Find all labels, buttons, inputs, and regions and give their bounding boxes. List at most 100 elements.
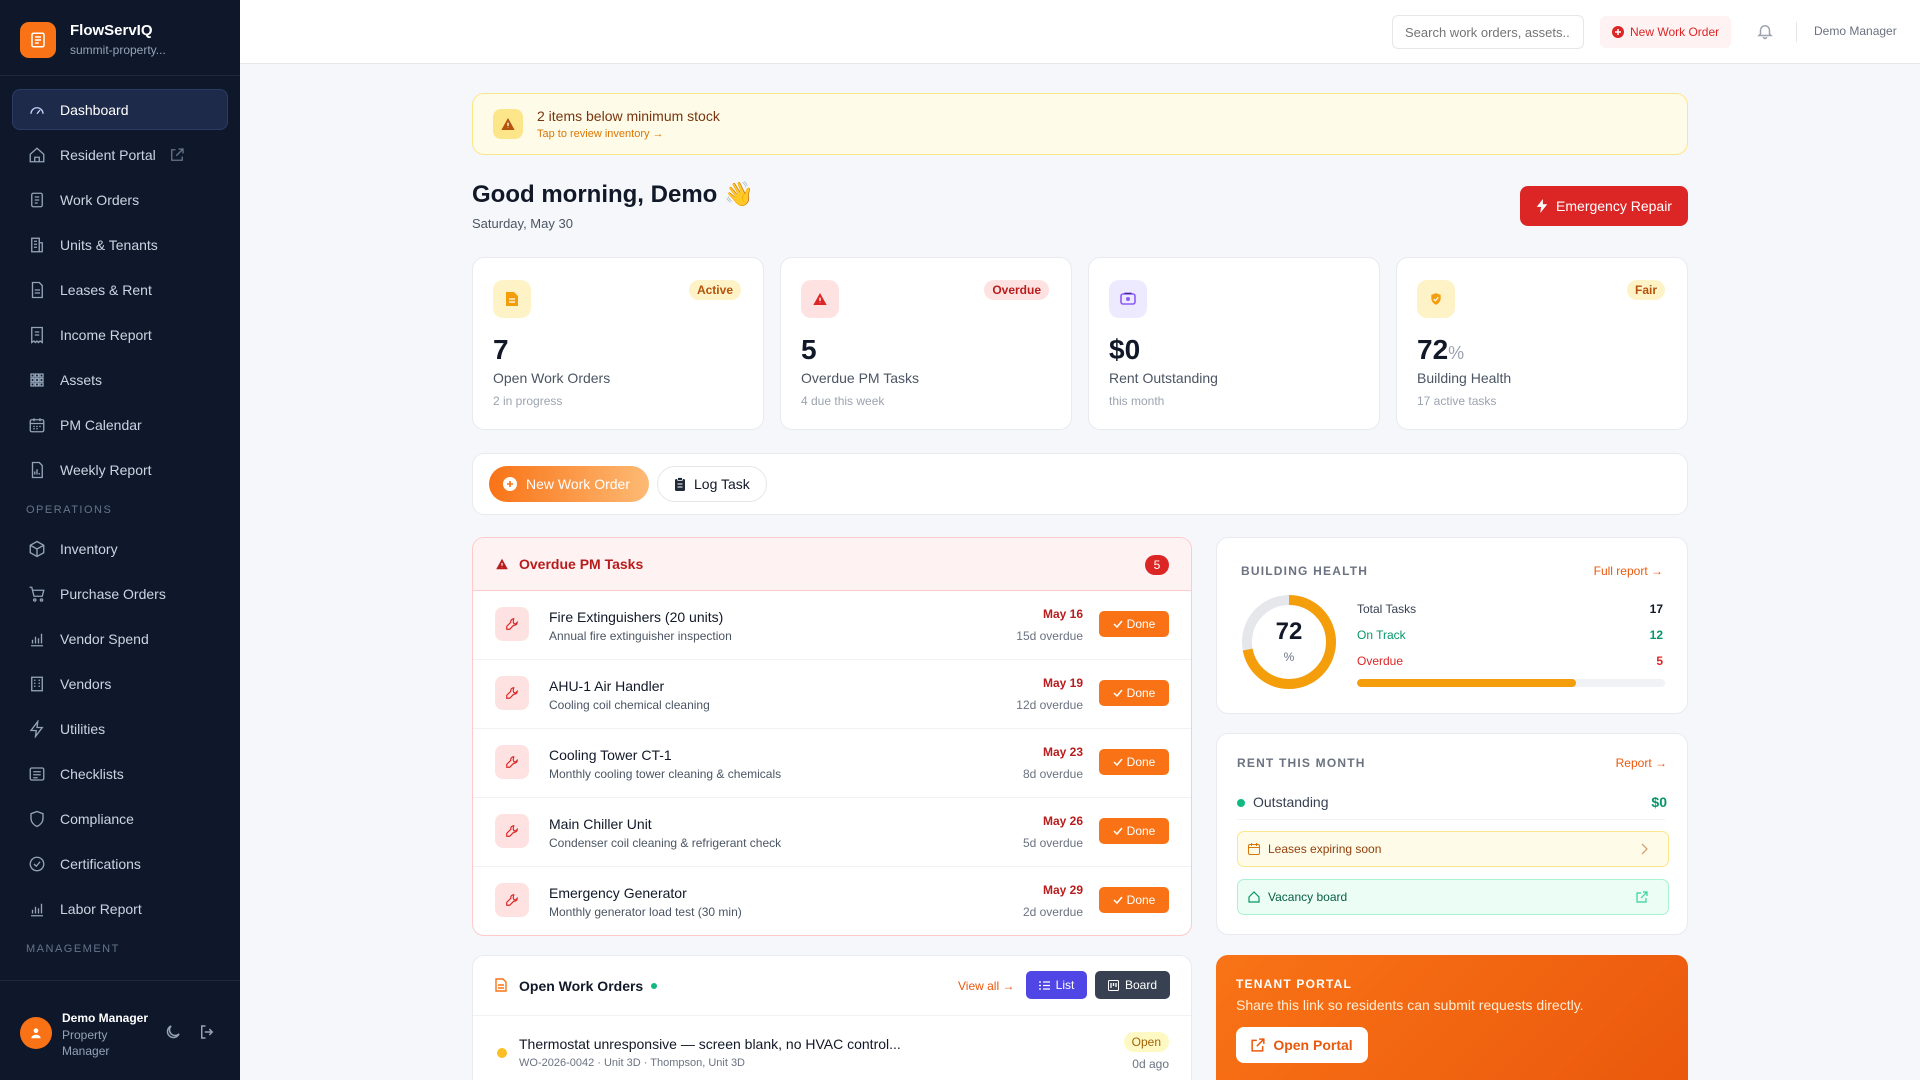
avatar[interactable] xyxy=(20,1017,52,1049)
building-health-title: BUILDING HEALTH xyxy=(1241,564,1369,578)
divider xyxy=(1237,819,1665,820)
plus-circle-icon xyxy=(1612,26,1624,38)
sidebar-item-vendor-spend[interactable]: Vendor Spend xyxy=(12,618,228,659)
sidebar-item-labor-report[interactable]: Labor Report xyxy=(12,888,228,929)
task-description: Cooling coil chemical cleaning xyxy=(549,698,710,712)
done-button[interactable]: Done xyxy=(1099,818,1169,844)
sidebar-item-compliance[interactable]: Compliance xyxy=(12,798,228,839)
sidebar-item-resident-portal[interactable]: Resident Portal xyxy=(12,134,228,175)
sidebar-item-label: Vendors xyxy=(60,675,112,692)
list-view-button[interactable]: List xyxy=(1026,971,1087,999)
check-icon xyxy=(1113,896,1123,904)
leases-expiring-link[interactable]: Leases expiring soon xyxy=(1237,831,1669,867)
overdue-task-row[interactable]: Cooling Tower CT-1 Monthly cooling tower … xyxy=(473,729,1191,798)
overdue-task-row[interactable]: Fire Extinguishers (20 units) Annual fire… xyxy=(473,591,1191,660)
emergency-repair-button[interactable]: Emergency Repair xyxy=(1520,186,1688,226)
done-button[interactable]: Done xyxy=(1099,611,1169,637)
rent-report-link[interactable]: Report → xyxy=(1616,756,1667,770)
quick-new-work-order-button[interactable]: New Work Order xyxy=(489,466,649,502)
sidebar-item-income-report[interactable]: Income Report xyxy=(12,314,228,355)
receipt-icon xyxy=(28,326,46,344)
shield-icon xyxy=(1417,280,1455,318)
stat-sub: this month xyxy=(1109,394,1165,408)
done-button[interactable]: Done xyxy=(1099,680,1169,706)
greeting: Good morning, Demo 👋 xyxy=(472,181,754,208)
task-overdue-days: 8d overdue xyxy=(1022,767,1083,781)
sidebar-item-purchase-orders[interactable]: Purchase Orders xyxy=(12,573,228,614)
sidebar-item-leases-rent[interactable]: Leases & Rent xyxy=(12,269,228,310)
logout-icon[interactable] xyxy=(198,1023,218,1043)
open-portal-button[interactable]: Open Portal xyxy=(1236,1027,1368,1063)
sidebar-item-label: Leases & Rent xyxy=(60,281,152,298)
task-name: Fire Extinguishers (20 units) xyxy=(549,609,724,625)
overdue-task-row[interactable]: AHU-1 Air Handler Cooling coil chemical c… xyxy=(473,660,1191,729)
brand[interactable]: FlowServIQ summit-property... xyxy=(20,22,166,58)
status-badge: Active xyxy=(688,280,741,300)
board-icon xyxy=(1107,979,1119,991)
grid-icon xyxy=(28,371,46,389)
sidebar-item-label: Work Orders xyxy=(60,191,140,208)
bar-chart-icon xyxy=(28,630,46,648)
sidebar-item-dashboard[interactable]: Dashboard xyxy=(12,89,228,130)
board-view-button[interactable]: Board xyxy=(1095,971,1170,999)
sidebar-item-label: Certifications xyxy=(60,855,141,872)
log-task-button[interactable]: Log Task xyxy=(657,466,767,502)
alert-link[interactable]: Tap to review inventory → xyxy=(537,128,664,140)
on-track-value: 12 xyxy=(1649,628,1663,642)
plus-circle-icon xyxy=(503,477,517,491)
search-input[interactable] xyxy=(1392,15,1584,49)
sidebar-item-inventory[interactable]: Inventory xyxy=(12,528,228,569)
sidebar-item-weekly-report[interactable]: Weekly Report xyxy=(12,449,228,490)
view-all-link[interactable]: View all → xyxy=(958,979,1014,993)
task-name: Cooling Tower CT-1 xyxy=(549,747,672,763)
sidebar-item-checklists[interactable]: Checklists xyxy=(12,753,228,794)
new-work-order-button[interactable]: New Work Order xyxy=(1600,16,1732,48)
topbar-user[interactable]: Demo Manager xyxy=(1814,24,1897,38)
task-description: Monthly cooling tower cleaning & chemica… xyxy=(549,767,782,781)
wrench-icon xyxy=(495,745,529,779)
box-icon xyxy=(28,540,46,558)
sidebar-item-pm-calendar[interactable]: PM Calendar xyxy=(12,404,228,445)
overdue-task-row[interactable]: Emergency Generator Monthly generator loa… xyxy=(473,867,1191,936)
gauge-icon xyxy=(28,101,46,119)
bell-icon[interactable] xyxy=(1756,21,1774,41)
leases-expiring-label: Leases expiring soon xyxy=(1268,842,1382,856)
stat-value: 5 xyxy=(801,334,817,365)
sidebar: FlowServIQ summit-property... Dashboard R… xyxy=(0,0,240,1080)
done-button[interactable]: Done xyxy=(1099,749,1169,775)
full-report-link[interactable]: Full report → xyxy=(1594,564,1663,578)
sidebar-item-units-tenants[interactable]: Units & Tenants xyxy=(12,224,228,265)
stat-card[interactable]: Active 7 Open Work Orders 2 in progress xyxy=(472,257,764,430)
vacancy-board-link[interactable]: Vacancy board xyxy=(1237,879,1669,915)
sidebar-item-vendors[interactable]: Vendors xyxy=(12,663,228,704)
shield-icon xyxy=(28,810,46,828)
sidebar-item-utilities[interactable]: Utilities xyxy=(12,708,228,749)
stat-card[interactable]: $0 Rent Outstanding this month xyxy=(1088,257,1380,430)
outstanding-label: Outstanding xyxy=(1253,794,1329,810)
home-icon xyxy=(1248,891,1260,903)
task-due-date: May 26 xyxy=(1042,814,1083,828)
external-link-icon[interactable] xyxy=(168,146,186,164)
work-order-title: Thermostat unresponsive — screen blank, … xyxy=(519,1036,901,1052)
task-due-date: May 19 xyxy=(1042,676,1083,690)
sidebar-item-work-orders[interactable]: Work Orders xyxy=(12,179,228,220)
calendar-icon xyxy=(28,416,46,434)
document-icon xyxy=(28,281,46,299)
check-icon xyxy=(1113,620,1123,628)
sidebar-item-certifications[interactable]: Certifications xyxy=(12,843,228,884)
cash-icon xyxy=(1109,280,1147,318)
board-view-label: Board xyxy=(1124,978,1158,992)
divider xyxy=(473,1015,1191,1016)
sidebar-item-assets[interactable]: Assets xyxy=(12,359,228,400)
done-button[interactable]: Done xyxy=(1099,887,1169,913)
topbar: New Work Order Demo Manager xyxy=(240,0,1920,64)
low-stock-alert[interactable]: 2 items below minimum stock Tap to revie… xyxy=(472,93,1688,155)
alert-title: 2 items below minimum stock xyxy=(537,108,720,124)
bolt-icon xyxy=(1536,199,1548,213)
moon-icon[interactable] xyxy=(164,1023,184,1043)
overdue-task-row[interactable]: Main Chiller Unit Condenser coil cleaning… xyxy=(473,798,1191,867)
stat-card[interactable]: Fair 72% Building Health 17 active tasks xyxy=(1396,257,1688,430)
brand-logo-icon xyxy=(20,22,56,58)
sidebar-item-label: Income Report xyxy=(60,326,152,343)
stat-card[interactable]: Overdue 5 Overdue PM Tasks 4 due this week xyxy=(780,257,1072,430)
